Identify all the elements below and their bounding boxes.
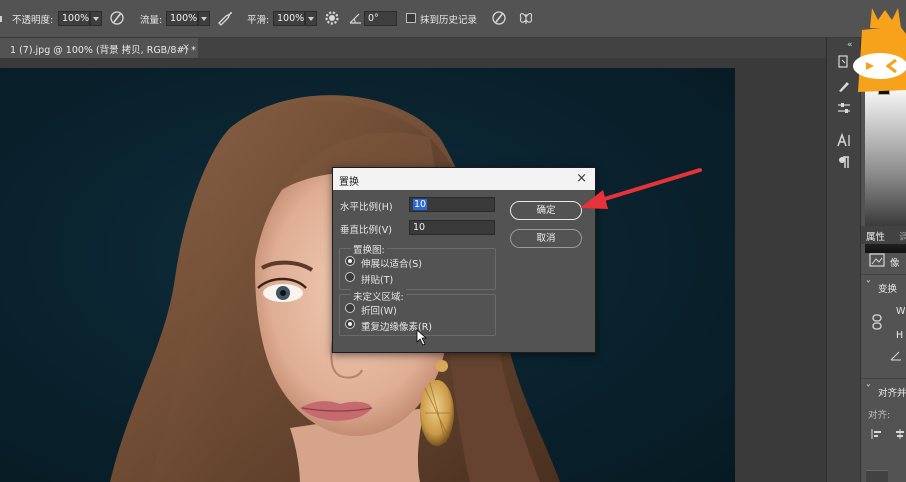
flow-dropdown[interactable] [198, 11, 210, 26]
pixel-layer-label: 像 [890, 258, 900, 269]
rotate-angle-icon [890, 351, 901, 361]
dialog-title: 置换 [339, 177, 359, 188]
horizontal-scale-input[interactable]: 10 [409, 197, 495, 212]
displacement-map-title: 置换图: [351, 242, 387, 256]
history-brush-icon[interactable] [836, 54, 852, 70]
transform-chevron-icon[interactable]: ˅ [866, 280, 871, 291]
transform-section-label: 变换 [878, 284, 898, 295]
paragraph-icon[interactable] [836, 154, 852, 170]
width-label: W [896, 306, 906, 317]
options-bar: 不透明度: 100% 流量: 100% 平滑: 100% 0° 抹到历史记录 [0, 0, 906, 38]
character-icon[interactable] [836, 132, 852, 148]
adjust-sliders-icon[interactable] [836, 100, 852, 116]
tile-radio[interactable] [345, 272, 355, 282]
align-chevron-icon[interactable]: ˅ [866, 384, 871, 395]
document-tab-bar: 1 (7).jpg @ 100% (背景 拷贝, RGB/8#) * × [0, 38, 826, 58]
height-label: H [896, 330, 904, 341]
foreground-swatch[interactable] [878, 83, 890, 95]
gear-icon[interactable] [323, 8, 341, 28]
angle-input[interactable]: 0° [364, 11, 397, 26]
panel-bottom-tab[interactable] [866, 470, 888, 482]
symmetry-butterfly-icon[interactable] [517, 8, 535, 28]
opacity-input[interactable]: 100% [58, 11, 90, 26]
brush-preset-icon[interactable] [836, 78, 852, 94]
pressure-size-icon[interactable] [490, 8, 508, 28]
link-icon[interactable] [871, 314, 883, 330]
vertical-scale-input[interactable]: 10 [409, 220, 495, 235]
wrap-around-radio[interactable] [345, 303, 355, 313]
pixel-layer-icon [869, 253, 885, 267]
ok-button[interactable]: 确定 [510, 201, 582, 220]
horizontal-scale-value: 10 [413, 199, 428, 210]
align-section-label: 对齐并 [878, 388, 906, 399]
repeat-edge-pixels-label[interactable]: 重复边缘像素(R) [361, 319, 432, 333]
vertical-scale-label: 垂直比例(V) [340, 225, 392, 236]
document-tab[interactable]: 1 (7).jpg @ 100% (背景 拷贝, RGB/8#) * × [0, 38, 198, 58]
dialog-close-button[interactable]: × [576, 171, 587, 186]
stretch-to-fit-label[interactable]: 伸展以适合(S) [361, 256, 422, 270]
flow-label: 流量: [140, 15, 163, 26]
pressure-opacity-icon[interactable] [108, 8, 126, 28]
properties-tab-bar: 属性 调 [861, 226, 906, 244]
document-tab-title: 1 (7).jpg @ 100% (背景 拷贝, RGB/8#) * [10, 45, 196, 56]
dialog-title-bar[interactable]: 置换 × [333, 168, 595, 190]
collapse-panel-button[interactable]: « [865, 40, 871, 50]
vertical-scale-value: 10 [413, 222, 426, 233]
angle-icon [349, 13, 361, 24]
smoothing-dropdown[interactable] [305, 11, 317, 26]
smoothing-label: 平滑: [247, 15, 270, 26]
flow-input[interactable]: 100% [166, 11, 198, 26]
separator [861, 274, 906, 275]
separator [861, 378, 906, 379]
align-center-icon[interactable] [894, 428, 906, 440]
opacity-label: 不透明度: [12, 15, 54, 26]
erase-history-checkbox[interactable] [406, 13, 416, 23]
displace-dialog: 置换 × 水平比例(H) 10 垂直比例(V) 10 置换图: 伸展以适合(S)… [332, 167, 596, 353]
cancel-button[interactable]: 取消 [510, 229, 582, 248]
wrap-around-label[interactable]: 折回(W) [361, 303, 397, 317]
align-to-label: 对齐: [868, 410, 891, 421]
tab-adjustments[interactable]: 调 [899, 229, 906, 243]
undefined-areas-title: 未定义区域: [351, 289, 406, 303]
horizontal-scale-label: 水平比例(H) [340, 202, 393, 213]
document-tab-close[interactable]: × [182, 42, 190, 53]
stretch-to-fit-radio[interactable] [345, 256, 355, 266]
right-tools-panel: « [826, 38, 860, 482]
toolbar-edge-mark [0, 16, 2, 22]
tile-label[interactable]: 拼贴(T) [361, 272, 393, 286]
tab-properties[interactable]: 属性 [866, 229, 885, 243]
collapse-tools-button[interactable]: « [847, 40, 853, 50]
erase-history-label: 抹到历史记录 [420, 15, 478, 26]
opacity-dropdown[interactable] [90, 11, 102, 26]
align-left-icon[interactable] [871, 428, 883, 440]
airbrush-icon[interactable] [216, 8, 234, 28]
repeat-edge-pixels-radio[interactable] [345, 319, 355, 329]
smoothing-input[interactable]: 100% [273, 11, 305, 26]
